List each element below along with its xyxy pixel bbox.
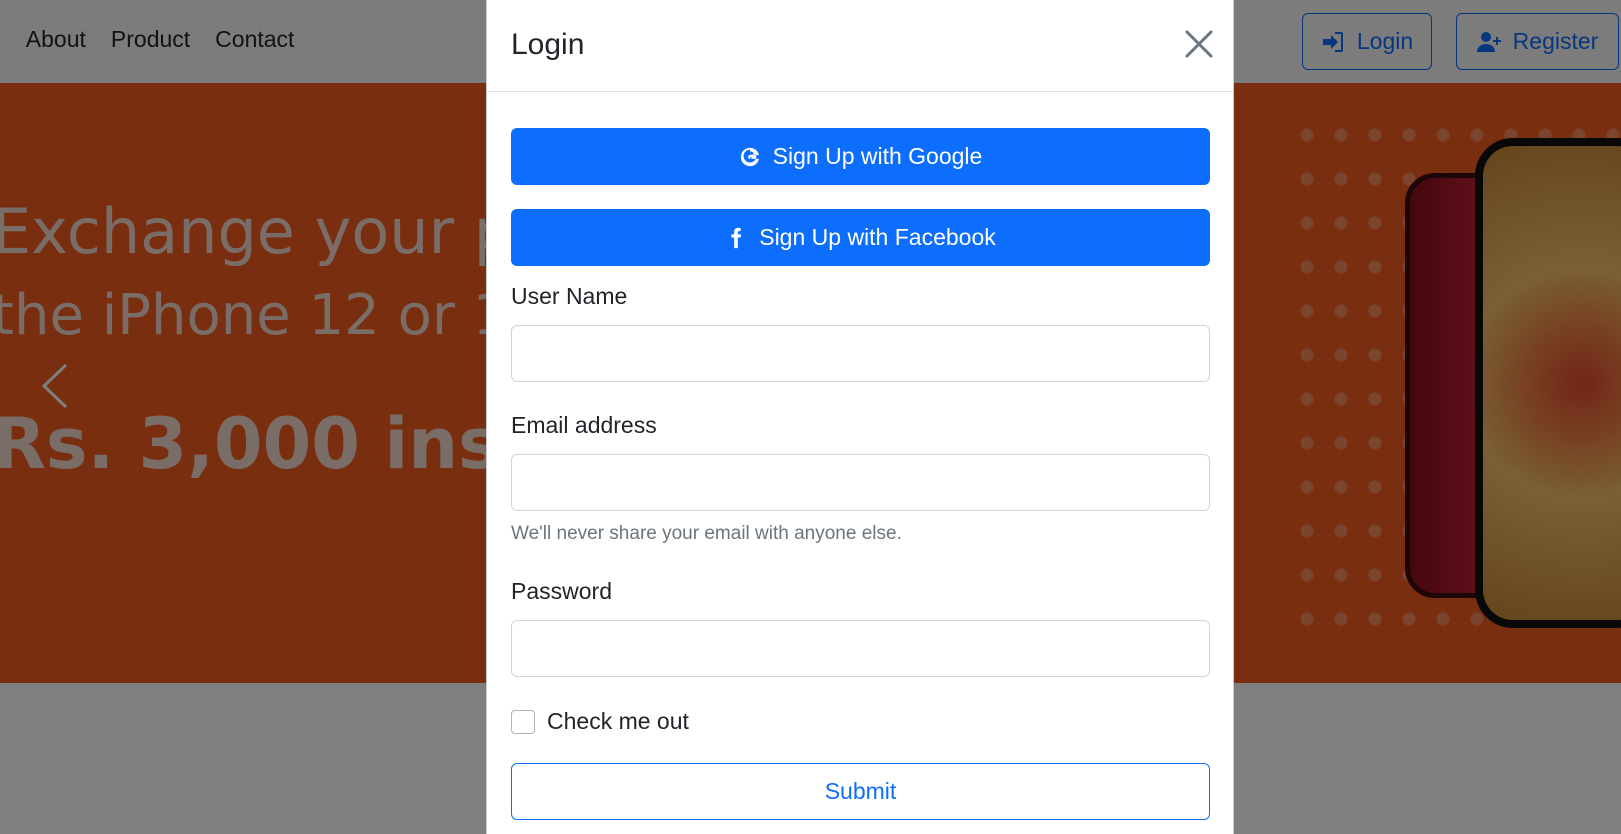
email-label: Email address: [511, 412, 657, 438]
checkbox-label[interactable]: Check me out: [547, 708, 689, 735]
username-label: User Name: [511, 283, 628, 309]
close-button[interactable]: [1183, 28, 1215, 60]
check-row: Check me out: [511, 708, 689, 735]
username-input[interactable]: [511, 325, 1210, 382]
login-modal: Login Sign Up with Google Sign Up with F…: [486, 0, 1234, 834]
facebook-signup-button[interactable]: Sign Up with Facebook: [511, 209, 1210, 266]
google-signup-label: Sign Up with Google: [772, 143, 983, 169]
submit-label: Submit: [824, 778, 897, 804]
email-input[interactable]: [511, 454, 1210, 511]
modal-title: Login: [511, 28, 585, 61]
google-signup-button[interactable]: Sign Up with Google: [511, 128, 1210, 185]
facebook-signup-label: Sign Up with Facebook: [759, 224, 996, 250]
google-icon: [740, 147, 759, 166]
check-me-out-checkbox[interactable]: [511, 709, 535, 734]
modal-header: Login: [487, 0, 1233, 92]
password-input[interactable]: [511, 620, 1210, 677]
close-icon: [1185, 30, 1213, 58]
password-label: Password: [511, 578, 612, 604]
email-help-text: We'll never share your email with anyone…: [511, 523, 902, 544]
submit-button[interactable]: Submit: [511, 763, 1210, 820]
facebook-icon: [731, 227, 742, 248]
